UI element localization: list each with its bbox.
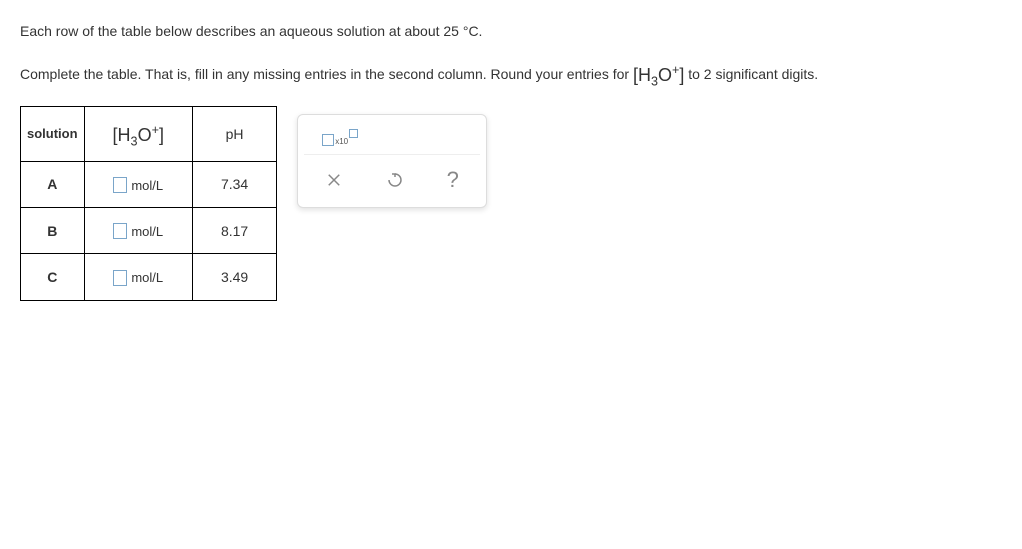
solution-label: B (21, 208, 85, 254)
solution-label: A (21, 161, 85, 207)
table-row: B mol/L 8.17 (21, 208, 277, 254)
unit-label: mol/L (131, 224, 163, 239)
input-box-icon[interactable] (113, 177, 127, 193)
undo-icon (386, 171, 404, 189)
concentration-input-cell[interactable]: mol/L (84, 161, 192, 207)
unit-label: mol/L (131, 178, 163, 193)
ph-value: 8.17 (192, 208, 276, 254)
close-icon (325, 171, 343, 189)
h3o-formula-inline: [H3O+] (633, 65, 684, 85)
mantissa-box-icon (322, 134, 334, 146)
concentration-input-cell[interactable]: mol/L (84, 254, 192, 300)
input-box-icon[interactable] (113, 223, 127, 239)
instruction-line2-before: Complete the table. That is, fill in any… (20, 66, 633, 82)
help-button[interactable]: ? (439, 163, 467, 197)
table-row: C mol/L 3.49 (21, 254, 277, 300)
ph-value: 3.49 (192, 254, 276, 300)
table-row: A mol/L 7.34 (21, 161, 277, 207)
solution-label: C (21, 254, 85, 300)
toolbox-panel: x10 ? (297, 114, 487, 208)
scientific-notation-button[interactable]: x10 (314, 125, 366, 150)
solution-table: solution [H3O+] pH A mol/L 7.34 B mol/L … (20, 106, 277, 300)
unit-label: mol/L (131, 270, 163, 285)
exponent-box-icon (349, 129, 358, 138)
input-box-icon[interactable] (113, 270, 127, 286)
instruction-line1: Each row of the table below describes an… (20, 20, 1002, 42)
reset-button[interactable] (378, 167, 412, 193)
concentration-input-cell[interactable]: mol/L (84, 208, 192, 254)
clear-button[interactable] (317, 167, 351, 193)
instruction-line2: Complete the table. That is, fill in any… (20, 58, 1002, 90)
ph-value: 7.34 (192, 161, 276, 207)
x10-label: x10 (335, 137, 348, 146)
header-ph: pH (192, 107, 276, 162)
instruction-line2-after: to 2 significant digits. (684, 66, 818, 82)
header-solution: solution (21, 107, 85, 162)
header-h3o: [H3O+] (84, 107, 192, 162)
